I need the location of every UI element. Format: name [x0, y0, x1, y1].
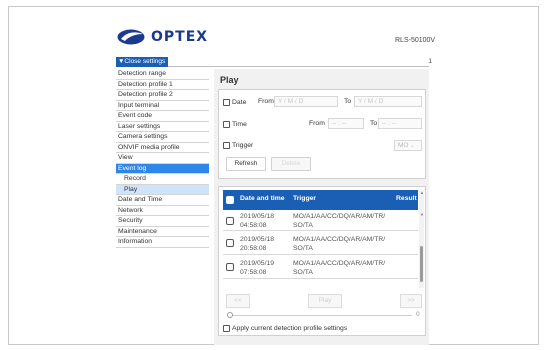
row-checkbox[interactable]: [226, 263, 234, 271]
row-checkbox[interactable]: [226, 239, 234, 247]
date-to-label: To: [344, 98, 352, 105]
trigger-filter-row: Trigger: [223, 139, 253, 151]
row-trigger-cont: SO/TA: [293, 222, 313, 229]
date-checkbox[interactable]: [223, 98, 230, 106]
time-from-input[interactable]: -- : --: [328, 118, 364, 129]
row-trigger: MO/A1/AA/CC/DQ/AR/AM/TR/: [293, 260, 386, 267]
column-header-result[interactable]: Result: [396, 195, 417, 202]
row-time: 07:58:08: [240, 269, 267, 276]
row-trigger-cont: SO/TA: [293, 245, 313, 252]
optex-logo: OPTEX: [117, 28, 208, 46]
close-settings-button[interactable]: ▼Close settings: [116, 57, 168, 67]
table-row[interactable]: 2019/05/19 07:58:08 MO/A1/AA/CC/DQ/AR/AM…: [223, 256, 418, 279]
row-trigger: MO/A1/AA/CC/DQ/AR/AM/TR/: [293, 213, 386, 220]
table-row[interactable]: 2019/05/18 04:58:08 MO/A1/AA/CC/DQ/AR/AM…: [223, 211, 418, 231]
row-date: 2019/05/18: [240, 236, 275, 243]
trigger-label: Trigger: [232, 141, 254, 149]
sidebar-item-view[interactable]: View: [116, 153, 209, 164]
row-time: 20:58:08: [240, 245, 267, 252]
row-date: 2019/05/19: [240, 260, 275, 267]
delete-button[interactable]: Delete: [271, 157, 311, 171]
time-from-label: From: [309, 120, 325, 127]
scroll-down-icon[interactable]: ▼: [420, 212, 424, 217]
sidebar-item-onvif-media-profile[interactable]: ONVIF media profile: [116, 142, 209, 153]
sidebar-item-date-and-time[interactable]: Date and Time: [116, 195, 209, 206]
sidebar-item-detection-profile-2[interactable]: Detection profile 2: [116, 90, 209, 101]
playback-position: 0: [416, 311, 420, 318]
trigger-checkbox[interactable]: [223, 141, 230, 149]
play-button[interactable]: Play: [308, 294, 342, 308]
playback-slider-track[interactable]: [230, 315, 412, 316]
date-label: Date: [232, 98, 247, 106]
logo-mark-icon: [117, 29, 145, 45]
trigger-select[interactable]: MO ⌄: [394, 140, 422, 151]
time-checkbox[interactable]: [223, 120, 230, 128]
sidebar-item-laser-settings[interactable]: Laser settings: [116, 121, 209, 132]
apply-profile-checkbox[interactable]: [223, 324, 230, 332]
sidebar-item-record[interactable]: Record: [116, 174, 209, 185]
select-all-checkbox[interactable]: [226, 196, 234, 204]
sidebar-item-camera-settings[interactable]: Camera settings: [116, 132, 209, 143]
sidebar-item-network[interactable]: Network: [116, 205, 209, 216]
sidebar-item-maintenance[interactable]: Maintenance: [116, 226, 209, 237]
table-header: Date and time Trigger Result: [223, 190, 418, 210]
previous-button[interactable]: <<: [226, 294, 250, 308]
settings-bar: ▼Close settings 1: [116, 57, 432, 67]
apply-profile-row: Apply current detection profile settings: [223, 322, 347, 334]
playback-slider-knob[interactable]: [227, 312, 233, 318]
scroll-up-icon[interactable]: ▲: [420, 190, 424, 195]
sidebar-item-security[interactable]: Security: [116, 216, 209, 227]
refresh-button[interactable]: Refresh: [226, 157, 266, 171]
column-header-date[interactable]: Date and time: [240, 195, 285, 202]
sidebar-item-event-code[interactable]: Event code: [116, 111, 209, 122]
settings-sidebar: Detection range Detection profile 1 Dete…: [116, 69, 209, 248]
row-trigger-cont: SO/TA: [293, 269, 313, 276]
date-from-input[interactable]: Y / M / D: [274, 96, 338, 107]
date-to-input[interactable]: Y / M / D: [354, 96, 422, 107]
model-name: RLS-50100V: [395, 37, 436, 44]
time-label: Time: [232, 120, 247, 128]
time-to-input[interactable]: -- : --: [378, 118, 422, 129]
sidebar-item-detection-profile-1[interactable]: Detection profile 1: [116, 79, 209, 90]
column-header-trigger[interactable]: Trigger: [293, 195, 316, 202]
row-date: 2019/05/18: [240, 213, 275, 220]
logo-text: OPTEX: [151, 29, 209, 45]
sidebar-item-input-terminal[interactable]: Input terminal: [116, 100, 209, 111]
row-time: 04:58:08: [240, 222, 267, 229]
next-button[interactable]: >>: [400, 294, 422, 308]
sidebar-item-event-log[interactable]: Event log: [116, 163, 209, 174]
row-trigger: MO/A1/AA/CC/DQ/AR/AM/TR/: [293, 236, 386, 243]
scrollbar-thumb[interactable]: [420, 246, 423, 282]
sidebar-item-play[interactable]: Play: [116, 184, 209, 195]
date-from-label: From: [258, 98, 274, 105]
page-title: Play: [220, 75, 239, 85]
sidebar-item-information[interactable]: Information: [116, 237, 209, 248]
table-row[interactable]: 2019/05/18 20:58:08 MO/A1/AA/CC/DQ/AR/AM…: [223, 232, 418, 255]
time-to-label: To: [370, 120, 378, 127]
time-filter-row: Time: [223, 118, 247, 130]
chevron-down-icon: ⌄: [410, 143, 415, 149]
trigger-select-value: MO: [398, 142, 409, 149]
date-filter-row: Date: [223, 96, 246, 108]
page-number: 1: [428, 58, 432, 65]
row-checkbox[interactable]: [226, 217, 234, 225]
sidebar-item-detection-range[interactable]: Detection range: [116, 69, 209, 80]
apply-profile-label: Apply current detection profile settings: [232, 324, 348, 332]
